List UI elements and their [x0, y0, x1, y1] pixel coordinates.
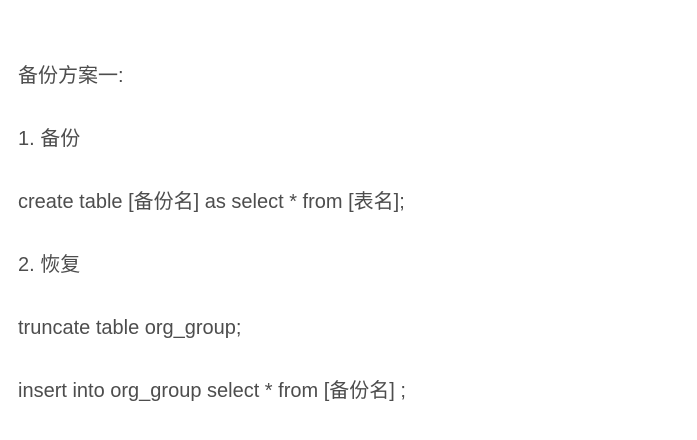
document-body: 备份方案一: 1. 备份 create table [备份名] as selec… [18, 62, 406, 440]
sql-insert-restore: insert into org_group select * from [备份名… [18, 380, 406, 402]
sql-truncate: truncate table org_group; [18, 317, 242, 339]
step-restore-title: 2. 恢复 [18, 254, 81, 276]
step-backup-title: 1. 备份 [18, 128, 81, 150]
sql-create-backup: create table [备份名] as select * from [表名]… [18, 191, 405, 213]
heading-backup-plan: 备份方案一: [18, 65, 124, 87]
